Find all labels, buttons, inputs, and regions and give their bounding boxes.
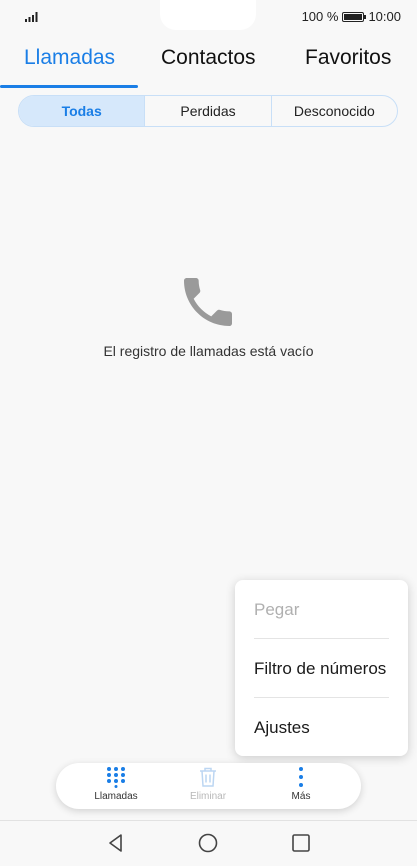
menu-item-pegar[interactable]: Pegar: [254, 600, 299, 620]
camera-notch: [160, 0, 256, 30]
battery-icon: [342, 11, 367, 22]
back-icon[interactable]: [105, 832, 127, 854]
tab-llamadas[interactable]: Llamadas: [24, 46, 115, 70]
more-vertical-icon: [299, 767, 303, 787]
overflow-menu: Pegar Filtro de números Ajustes: [235, 580, 408, 756]
signal-icon: [25, 12, 38, 22]
mas-label: Más: [291, 791, 311, 802]
call-filter-segmented-control: Todas Perdidas Desconocido: [18, 95, 398, 127]
menu-item-filtro-de-numeros[interactable]: Filtro de números: [254, 659, 386, 679]
menu-divider: [254, 697, 389, 698]
home-icon[interactable]: [197, 832, 219, 854]
menu-item-ajustes[interactable]: Ajustes: [254, 718, 310, 738]
nav-divider: [0, 820, 417, 821]
tab-favoritos[interactable]: Favoritos: [305, 46, 391, 70]
llamadas-label: Llamadas: [94, 791, 138, 802]
empty-log-message: El registro de llamadas está vacío: [103, 343, 314, 359]
eliminar-label: Eliminar: [189, 791, 227, 802]
mas-button[interactable]: Más: [261, 766, 341, 802]
tab-contactos[interactable]: Contactos: [161, 46, 256, 70]
active-tab-indicator: [0, 85, 138, 88]
main-tabs: Llamadas Contactos Favoritos: [0, 40, 417, 90]
filter-todas[interactable]: Todas: [19, 96, 146, 126]
battery-percentage: 100 %: [301, 9, 339, 24]
phone-icon: [184, 278, 232, 326]
menu-divider: [254, 638, 389, 639]
llamadas-button[interactable]: Llamadas: [76, 766, 156, 802]
filter-perdidas[interactable]: Perdidas: [145, 96, 272, 126]
clock: 10:00: [368, 9, 401, 24]
trash-icon: [200, 767, 216, 787]
filter-desconocido[interactable]: Desconocido: [272, 96, 397, 126]
dialpad-icon: [107, 767, 125, 788]
bottom-action-bar: Llamadas Eliminar Más: [56, 763, 361, 809]
eliminar-button[interactable]: Eliminar: [168, 766, 248, 802]
status-bar: 100 % 10:00: [0, 0, 417, 34]
recents-icon[interactable]: [290, 832, 312, 854]
